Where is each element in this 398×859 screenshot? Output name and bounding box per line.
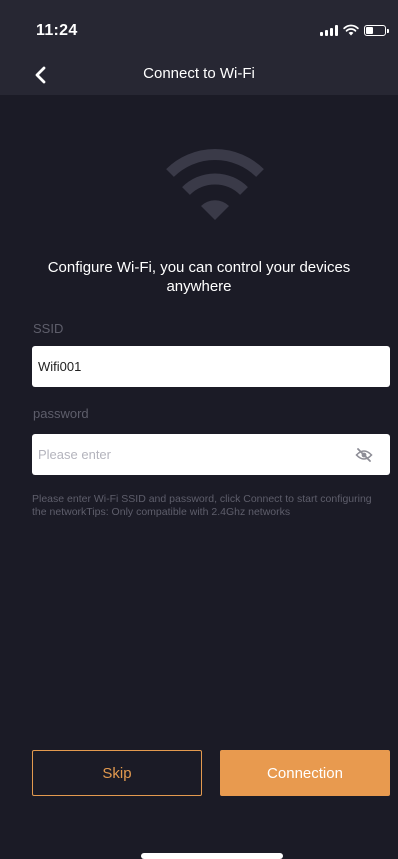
toggle-password-visibility-button[interactable] [352,443,376,467]
eye-off-icon [355,448,373,462]
password-input[interactable] [32,434,390,475]
signal-icon [320,24,338,36]
wifi-icon [343,24,359,36]
page-title: Connect to Wi-Fi [143,65,255,82]
intro-text: Configure Wi-Fi, you can control your de… [47,259,351,295]
status-icons [320,24,389,36]
status-bar: 11:24 [0,0,398,56]
connection-button[interactable]: Connection [220,750,390,796]
connect-wifi-screen: 11:24 Connect to Wi-Fi Configure Wi-Fi, … [0,0,398,859]
home-indicator [141,853,283,859]
hint-text: Please enter Wi-Fi SSID and password, cl… [32,493,372,518]
password-label: password [33,406,89,421]
ssid-label: SSID [33,321,64,336]
skip-button[interactable]: Skip [32,750,202,796]
battery-icon [364,24,389,36]
nav-bar: Connect to Wi-Fi [0,56,398,95]
ssid-input[interactable] [32,346,390,387]
wifi-icon [166,149,264,220]
status-time: 11:24 [36,22,78,39]
